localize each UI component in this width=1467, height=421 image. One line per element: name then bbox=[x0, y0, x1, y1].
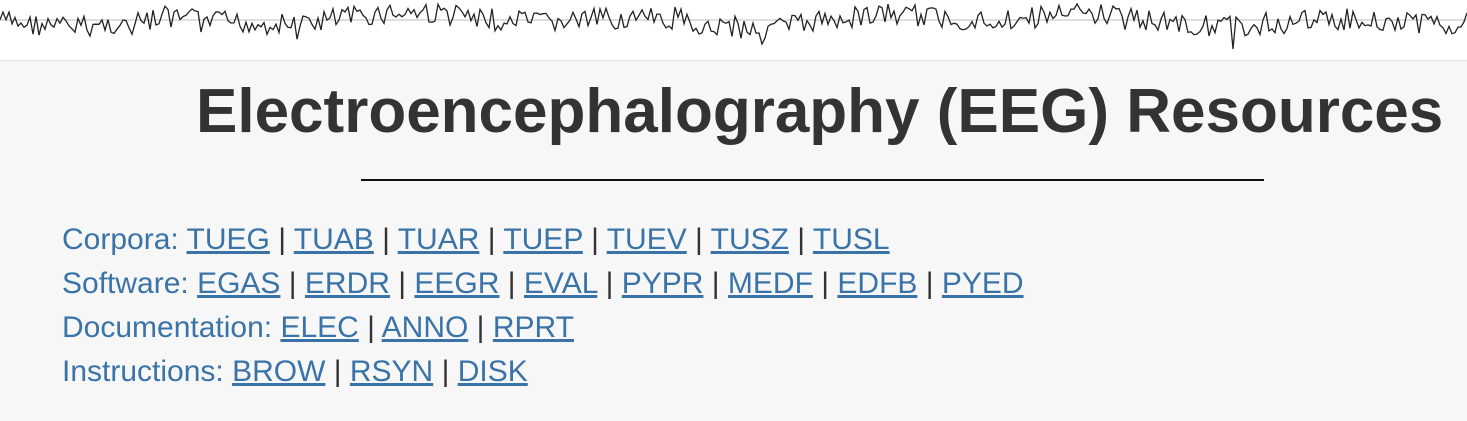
link-pyed[interactable]: PYED bbox=[942, 267, 1024, 300]
nav-row-instructions: Instructions: BROW | RSYN | DISK bbox=[62, 350, 1024, 394]
nav-row-label: Software: bbox=[62, 267, 189, 300]
link-egas[interactable]: EGAS bbox=[197, 267, 280, 300]
nav-row-label: Instructions: bbox=[62, 355, 224, 388]
link-separator: | bbox=[389, 267, 415, 300]
title-divider bbox=[361, 179, 1264, 181]
link-tusl[interactable]: TUSL bbox=[813, 223, 890, 256]
nav-row-label: Corpora: bbox=[62, 223, 179, 256]
link-separator: | bbox=[433, 355, 458, 388]
link-separator: | bbox=[280, 267, 305, 300]
link-rsyn[interactable]: RSYN bbox=[350, 355, 433, 388]
link-disk[interactable]: DISK bbox=[458, 355, 528, 388]
link-eval[interactable]: EVAL bbox=[524, 267, 597, 300]
nav-row-documentation: Documentation: ELEC | ANNO | RPRT bbox=[62, 306, 1024, 350]
link-separator: | bbox=[582, 223, 607, 256]
link-separator: | bbox=[686, 223, 711, 256]
link-separator: | bbox=[499, 267, 524, 300]
nav-row-label: Documentation: bbox=[62, 311, 273, 344]
link-anno[interactable]: ANNO bbox=[382, 311, 469, 344]
resource-navigation: Corpora: TUEG | TUAB | TUAR | TUEP | TUE… bbox=[62, 218, 1024, 394]
link-separator: | bbox=[468, 311, 493, 344]
link-medf[interactable]: MEDF bbox=[728, 267, 813, 300]
link-separator: | bbox=[788, 223, 813, 256]
link-brow[interactable]: BROW bbox=[232, 355, 325, 388]
nav-row-corpora: Corpora: TUEG | TUAB | TUAR | TUEP | TUE… bbox=[62, 218, 1024, 262]
link-separator: | bbox=[373, 223, 398, 256]
link-tuar[interactable]: TUAR bbox=[398, 223, 480, 256]
link-separator: | bbox=[917, 267, 942, 300]
link-separator: | bbox=[703, 267, 728, 300]
link-tusz[interactable]: TUSZ bbox=[711, 223, 789, 256]
link-separator: | bbox=[812, 267, 838, 300]
link-rprt[interactable]: RPRT bbox=[493, 311, 574, 344]
link-separator: | bbox=[358, 311, 382, 344]
link-tuev[interactable]: TUEV bbox=[607, 223, 687, 256]
link-edfb[interactable]: EDFB bbox=[837, 267, 917, 300]
page-title: Electroencephalography (EEG) Resources bbox=[196, 77, 1444, 146]
nav-row-software: Software: EGAS | ERDR | EEGR | EVAL | PY… bbox=[62, 262, 1024, 306]
link-elec[interactable]: ELEC bbox=[280, 311, 358, 344]
link-eegr[interactable]: EEGR bbox=[414, 267, 499, 300]
eeg-waveform-banner bbox=[0, 0, 1467, 61]
link-tuab[interactable]: TUAB bbox=[294, 223, 374, 256]
link-erdr[interactable]: ERDR bbox=[305, 267, 390, 300]
eeg-waveform-icon bbox=[0, 2, 1467, 50]
link-tueg[interactable]: TUEG bbox=[187, 223, 270, 256]
link-tuep[interactable]: TUEP bbox=[503, 223, 582, 256]
link-separator: | bbox=[269, 223, 294, 256]
link-pypr[interactable]: PYPR bbox=[622, 267, 704, 300]
link-separator: | bbox=[597, 267, 622, 300]
link-separator: | bbox=[325, 355, 350, 388]
link-separator: | bbox=[479, 223, 504, 256]
